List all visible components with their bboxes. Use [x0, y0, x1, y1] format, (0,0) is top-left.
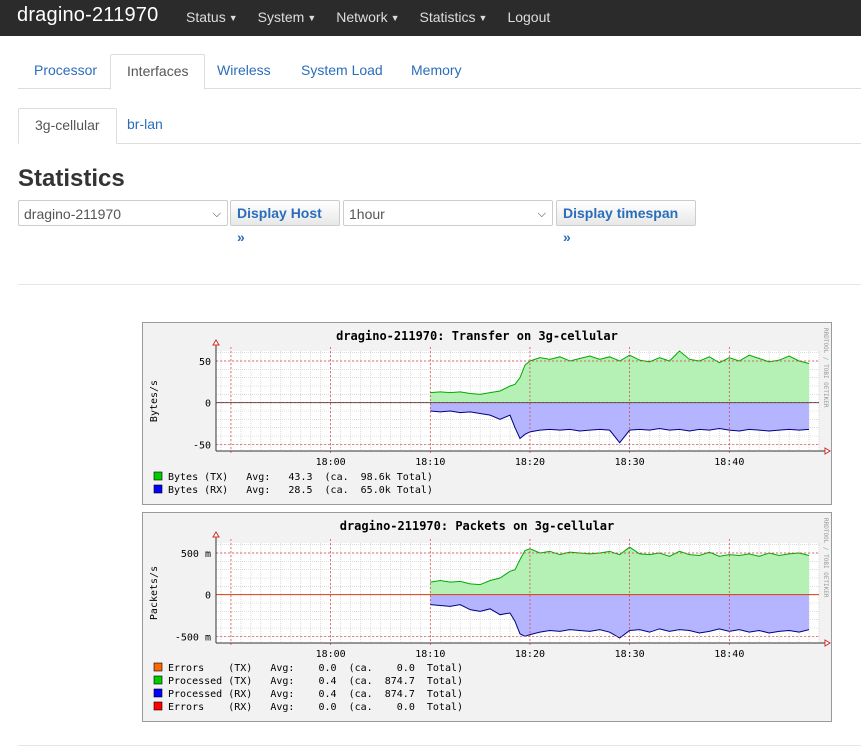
menu-network-label: Network: [336, 9, 388, 25]
x-tick-label: 18:40: [714, 457, 744, 468]
rrdtool-credit: RRDTOOL / TOBI OETIKER: [822, 328, 829, 408]
display-host-button[interactable]: Display Host »: [230, 200, 340, 245]
packets-graph-svg: dragino-211970: Packets on 3g-cellular RR…: [149, 518, 831, 713]
primary-tabs: Processor Interfaces Wireless System Loa…: [18, 54, 861, 90]
y-tick-label: 0: [205, 591, 211, 602]
host-select[interactable]: dragino-211970 ⌵: [18, 200, 228, 226]
transfer-graph-svg: dragino-211970: Transfer on 3g-cellular R…: [149, 328, 831, 496]
legend-entry: Processed (TX) Avg: 0.4 (ca. 874.7 Total…: [168, 676, 463, 687]
x-tick-label: 18:10: [415, 457, 445, 468]
chevron-down-icon: ⌵: [537, 208, 546, 220]
x-tick-label: 18:00: [316, 457, 346, 468]
rrdtool-credit: RRDTOOL / TOBI OETIKER: [822, 518, 829, 598]
legend-swatch: [153, 701, 163, 711]
menu-statistics-label: Statistics: [419, 9, 476, 25]
legend-swatch: [153, 688, 163, 698]
menu-network[interactable]: Network ▼: [336, 9, 399, 25]
legend-swatch: [153, 675, 163, 685]
divider: [18, 745, 861, 746]
top-navbar: dragino-211970 Status ▼ System ▼ Network ▼ …: [0, 0, 861, 36]
menu-statistics[interactable]: Statistics ▼: [420, 9, 488, 25]
y-axis-arrow-icon: [212, 531, 220, 538]
chart-title: dragino-211970: Packets on 3g-cellular: [340, 519, 615, 533]
x-axis-arrow-icon: [824, 639, 831, 647]
legend-swatch: [153, 662, 163, 672]
y-tick-label: -50: [193, 440, 211, 451]
x-axis-arrow-icon: [824, 447, 831, 455]
packets-graph: dragino-211970: Packets on 3g-cellular RR…: [142, 512, 832, 722]
menu-system-label: System: [257, 9, 305, 25]
menu-status-label: Status: [186, 9, 226, 25]
tab-system-load[interactable]: System Load: [285, 54, 399, 87]
y-tick-label: 50: [199, 357, 211, 368]
menu-status[interactable]: Status ▼: [186, 9, 238, 25]
transfer-graph: dragino-211970: Transfer on 3g-cellular R…: [142, 322, 832, 505]
legend-entry: Errors (RX) Avg: 0.0 (ca. 0.0 Total): [168, 702, 463, 713]
y-tick-label: 500 m: [181, 549, 211, 560]
display-timespan-button[interactable]: Display timespan »: [556, 200, 696, 245]
legend-entry: Bytes (TX) Avg: 43.3 (ca. 98.6k Total): [168, 472, 433, 483]
x-tick-label: 18:40: [714, 649, 744, 660]
tab-interfaces[interactable]: Interfaces: [110, 54, 206, 90]
y-tick-label: -500 m: [175, 632, 211, 643]
secondary-tabs: 3g-cellular br-lan: [18, 108, 861, 144]
x-tick-label: 18:20: [515, 649, 545, 660]
y-axis-label: Bytes/s: [149, 380, 160, 422]
x-tick-label: 18:30: [615, 649, 645, 660]
timespan-select[interactable]: 1hour ⌵: [343, 200, 553, 226]
x-tick-label: 18:20: [515, 457, 545, 468]
page-title: Statistics: [18, 165, 125, 192]
brand-hostname[interactable]: dragino-211970: [17, 4, 158, 27]
tab-processor[interactable]: Processor: [18, 54, 113, 87]
tab-3g-cellular[interactable]: 3g-cellular: [18, 108, 117, 144]
tab-memory[interactable]: Memory: [395, 54, 478, 87]
menu-logout[interactable]: Logout: [507, 9, 550, 25]
chevron-down-icon: ▼: [478, 13, 488, 23]
chevron-down-icon: ▼: [228, 13, 238, 23]
chevron-down-icon: ⌵: [212, 208, 221, 220]
legend-entry: Bytes (RX) Avg: 28.5 (ca. 65.0k Total): [168, 485, 433, 496]
legend-swatch: [153, 484, 163, 494]
x-tick-label: 18:10: [415, 649, 445, 660]
host-select-value: dragino-211970: [24, 206, 122, 222]
legend-swatch: [153, 471, 163, 481]
legend-entry: Processed (RX) Avg: 0.4 (ca. 874.7 Total…: [168, 689, 463, 700]
x-tick-label: 18:30: [615, 457, 645, 468]
y-tick-label: 0: [205, 399, 211, 410]
chart-title: dragino-211970: Transfer on 3g-cellular: [336, 329, 618, 343]
legend-entry: Errors (TX) Avg: 0.0 (ca. 0.0 Total): [168, 663, 463, 674]
y-axis-arrow-icon: [212, 339, 220, 346]
divider: [18, 284, 861, 285]
menu-logout-label: Logout: [507, 9, 551, 25]
main-menu: Status ▼ System ▼ Network ▼ Statistics ▼ Log…: [186, 9, 570, 25]
timespan-select-value: 1hour: [349, 206, 385, 222]
x-tick-label: 18:00: [316, 649, 346, 660]
y-axis-label: Packets/s: [149, 566, 160, 620]
chevron-down-icon: ▼: [390, 13, 400, 23]
chevron-down-icon: ▼: [307, 13, 317, 23]
menu-system[interactable]: System ▼: [258, 9, 317, 25]
tab-br-lan[interactable]: br-lan: [111, 108, 179, 141]
tab-wireless[interactable]: Wireless: [201, 54, 287, 87]
